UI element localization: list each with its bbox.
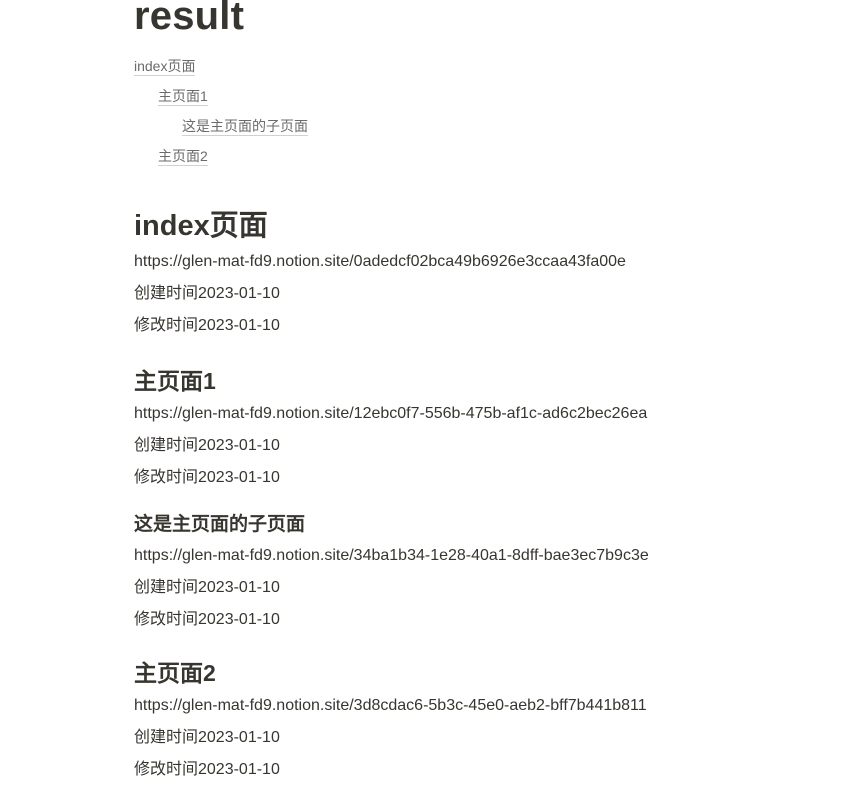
created-time: 创建时间2023-01-10 (134, 729, 280, 746)
toc-link-main-page-2[interactable]: 主页面2 (158, 148, 208, 166)
page-url: https://glen-mat-fd9.notion.site/12ebc0f… (134, 405, 648, 422)
toc-link-main-page-1[interactable]: 主页面1 (158, 88, 208, 106)
created-time: 创建时间2023-01-10 (134, 579, 280, 596)
page-content: result index页面 主页面1 这是主页面的子页面 主页面2 index… (134, 0, 814, 790)
section-index: index页面 https://glen-mat-fd9.notion.site… (134, 208, 814, 346)
page-url: https://glen-mat-fd9.notion.site/34ba1b3… (134, 547, 649, 564)
toc-item: 主页面1 (134, 84, 814, 114)
created-time: 创建时间2023-01-10 (134, 285, 280, 302)
toc-item: 这是主页面的子页面 (134, 114, 814, 144)
section-heading: 主页面2 (134, 660, 216, 686)
modified-time: 修改时间2023-01-10 (134, 761, 280, 778)
page-title: result (134, 0, 245, 38)
modified-time: 修改时间2023-01-10 (134, 317, 280, 334)
modified-time: 修改时间2023-01-10 (134, 611, 280, 628)
toc-link-index[interactable]: index页面 (134, 58, 196, 76)
page-url: https://glen-mat-fd9.notion.site/3d8cdac… (134, 697, 647, 714)
modified-time: 修改时间2023-01-10 (134, 469, 280, 486)
created-time: 创建时间2023-01-10 (134, 437, 280, 454)
section-heading: 这是主页面的子页面 (134, 514, 306, 535)
toc-item: 主页面2 (134, 144, 814, 174)
toc-link-sub-page[interactable]: 这是主页面的子页面 (182, 118, 308, 136)
section-main-page-1: 主页面1 https://glen-mat-fd9.notion.site/12… (134, 366, 814, 498)
section-heading: index页面 (134, 210, 268, 242)
section-sub-page: 这是主页面的子页面 https://glen-mat-fd9.notion.si… (134, 512, 814, 640)
table-of-contents: index页面 主页面1 这是主页面的子页面 主页面2 (134, 54, 814, 174)
section-main-page-2: 主页面2 https://glen-mat-fd9.notion.site/3d… (134, 658, 814, 790)
toc-item: index页面 (134, 54, 814, 84)
page-url: https://glen-mat-fd9.notion.site/0adedcf… (134, 253, 626, 270)
section-heading: 主页面1 (134, 368, 216, 394)
